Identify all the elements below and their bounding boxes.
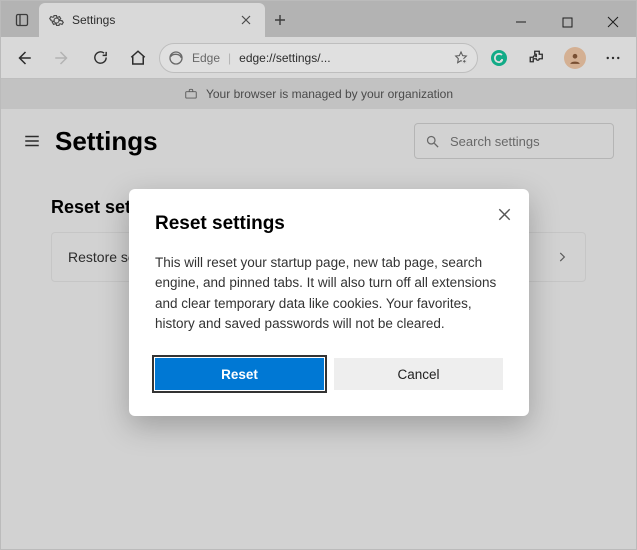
dialog-title: Reset settings (155, 213, 503, 235)
dialog-body: This will reset your startup page, new t… (155, 253, 503, 334)
cancel-button[interactable]: Cancel (334, 358, 503, 390)
reset-button[interactable]: Reset (155, 358, 324, 390)
dialog-close-icon[interactable] (493, 203, 515, 225)
reset-settings-dialog: Reset settings This will reset your star… (129, 189, 529, 416)
